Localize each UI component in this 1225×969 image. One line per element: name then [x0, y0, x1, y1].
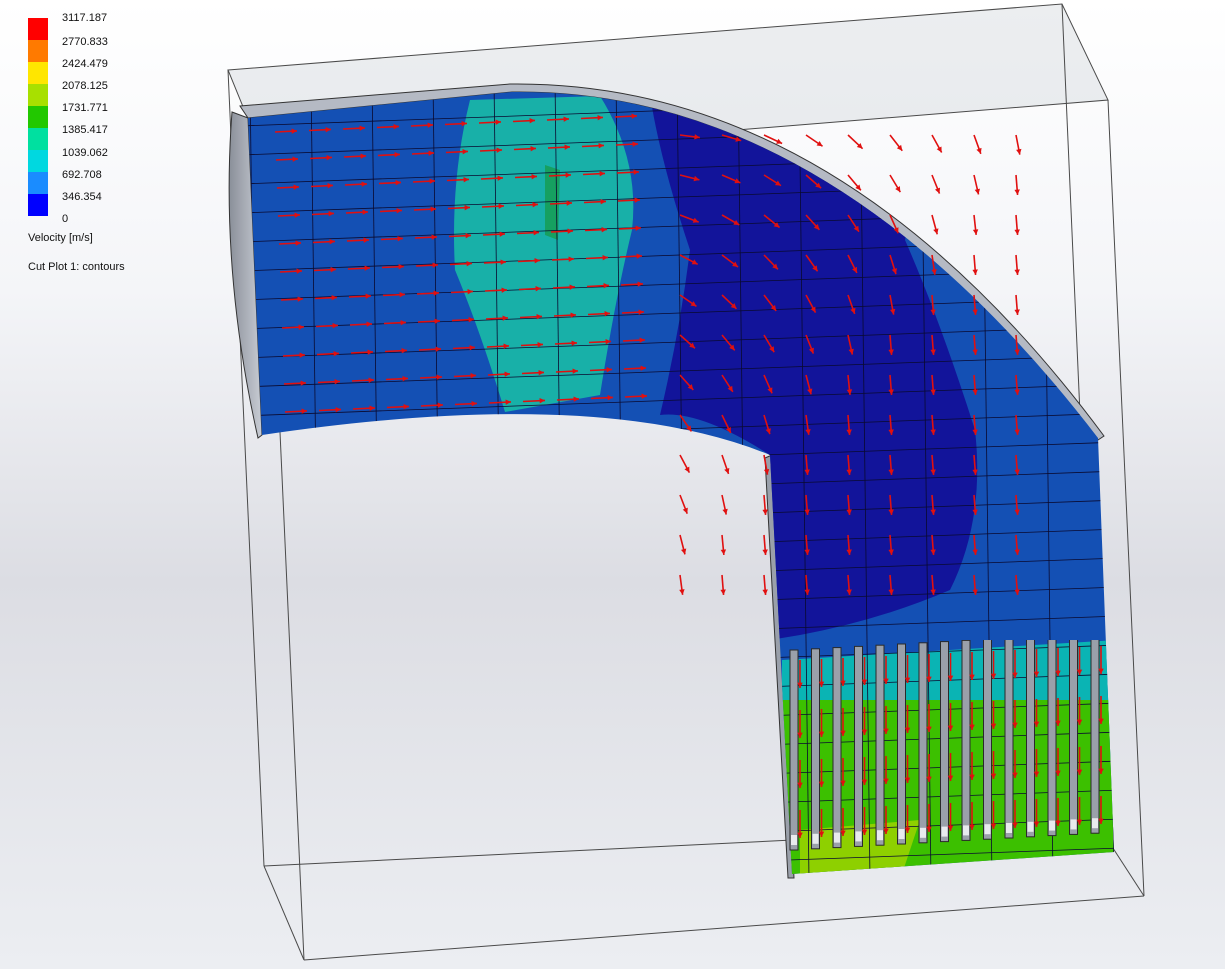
- heat-sink-fin: [875, 644, 885, 846]
- fin-base: [834, 832, 840, 843]
- velocity-vector: [679, 574, 685, 595]
- velocity-vector: [1014, 294, 1020, 316]
- velocity-vector: [720, 574, 726, 596]
- velocity-vector: [847, 134, 864, 150]
- cfd-viewport[interactable]: [0, 0, 1225, 969]
- fin-base: [963, 825, 969, 836]
- fin-base: [1070, 819, 1077, 830]
- velocity-vector: [679, 534, 687, 555]
- fin-base: [984, 824, 991, 835]
- velocity-vector: [721, 494, 728, 515]
- velocity-vector: [889, 134, 903, 152]
- fin-base: [812, 833, 819, 844]
- fin-base: [1049, 820, 1055, 831]
- velocity-vector: [931, 174, 941, 194]
- velocity-vector: [1014, 214, 1020, 236]
- velocity-vector: [1015, 134, 1022, 155]
- heat-sink-fin: [1026, 640, 1035, 838]
- fin-base: [898, 829, 905, 839]
- fin-base: [920, 827, 926, 838]
- velocity-vector: [931, 214, 939, 235]
- heat-sink-fin: [811, 648, 820, 850]
- velocity-vector: [762, 534, 768, 556]
- velocity-vector: [972, 254, 978, 276]
- fin-base: [791, 835, 797, 845]
- velocity-vector: [679, 454, 691, 474]
- heat-sink-fin: [983, 640, 992, 840]
- fin-base: [855, 831, 862, 842]
- heat-sink-fin: [897, 643, 906, 845]
- heat-sink-fin: [918, 642, 928, 844]
- heat-sink-fin: [832, 647, 842, 849]
- velocity-vector: [1014, 174, 1020, 196]
- heat-sink-fin: [1090, 640, 1100, 834]
- fin-base: [1092, 818, 1098, 829]
- velocity-vector: [973, 174, 980, 195]
- mesh-line: [248, 847, 1114, 874]
- heat-sink-fin: [789, 649, 799, 851]
- heat-sink-fin: [961, 640, 971, 841]
- heat-sink-fin: [1004, 640, 1014, 839]
- velocity-vector: [721, 454, 730, 475]
- heat-sink-fin: [854, 645, 863, 847]
- heat-sink-fins: [789, 640, 1100, 851]
- velocity-vector: [1014, 254, 1020, 276]
- velocity-vector: [805, 134, 823, 147]
- velocity-vector: [889, 174, 901, 193]
- heat-sink-fin: [1069, 640, 1078, 835]
- heat-sink-fin: [1047, 640, 1057, 837]
- heat-sink-fin: [940, 641, 949, 843]
- velocity-vector: [762, 574, 768, 596]
- fin-base: [877, 830, 883, 841]
- velocity-vector: [973, 134, 982, 155]
- fin-base: [941, 826, 948, 837]
- fin-base: [1006, 823, 1012, 833]
- velocity-vector: [931, 134, 943, 153]
- velocity-vector: [679, 494, 688, 514]
- velocity-vector: [972, 214, 979, 235]
- fin-base: [1027, 821, 1034, 832]
- velocity-vector: [720, 534, 727, 555]
